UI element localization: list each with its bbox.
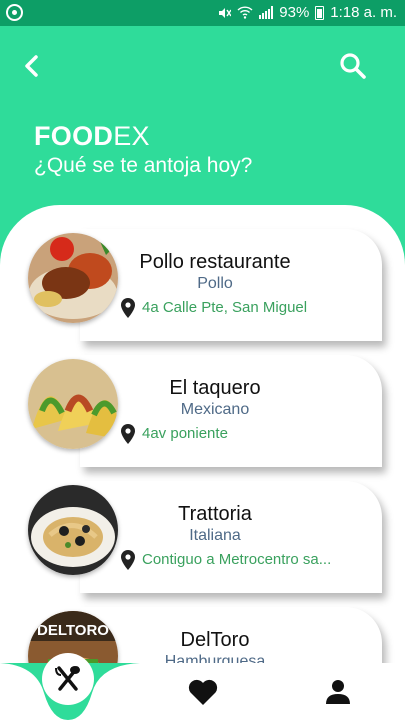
restaurant-category: Mexicano [180, 401, 250, 418]
app-logo-text: FOODEX [34, 121, 150, 152]
restaurant-category: Pollo [197, 275, 233, 292]
restaurant-address: Contiguo a Metrocentro sa... [142, 551, 332, 568]
map-pin-icon [121, 424, 135, 444]
restaurant-card[interactable]: Trattoria Italiana Contiguo a Metrocentr… [80, 481, 382, 593]
wifi-icon [237, 6, 253, 19]
restaurant-name: El taquero [169, 377, 261, 399]
bottom-navigation [0, 653, 405, 720]
signal-icon [259, 6, 274, 19]
nav-favorites-button[interactable] [187, 677, 219, 707]
app-header: FOODEX ¿Qué se te antoja hoy? [0, 26, 405, 226]
chevron-left-icon [25, 55, 38, 77]
restaurant-photo [28, 485, 118, 575]
brand-bold: FOOD [34, 121, 114, 151]
restaurant-photo [28, 233, 118, 323]
clock: 1:18 a. m. [330, 4, 397, 21]
restaurant-list: Pollo restaurante Pollo 4a Calle Pte, Sa… [0, 205, 405, 685]
restaurant-address: 4a Calle Pte, San Miguel [142, 299, 308, 316]
restaurant-card[interactable]: El taquero Mexicano 4av poniente [80, 355, 382, 467]
restaurant-card[interactable]: Pollo restaurante Pollo 4a Calle Pte, Sa… [80, 229, 382, 341]
status-bar: 93% 1:18 a. m. [0, 0, 405, 26]
fork-knife-icon [55, 666, 80, 691]
whatsapp-notification-icon [6, 4, 23, 21]
mute-icon [219, 7, 232, 18]
restaurant-photo [28, 359, 118, 449]
map-pin-icon [121, 550, 135, 570]
status-indicators: 93% 1:18 a. m. [217, 4, 397, 21]
nav-home-button[interactable] [42, 653, 94, 705]
heart-icon [188, 679, 218, 705]
nav-profile-button[interactable] [323, 677, 353, 707]
battery-percent: 93% [279, 4, 310, 21]
deltoro-logo-text: DELTORO [37, 622, 109, 639]
page-subtitle: ¿Qué se te antoja hoy? [34, 154, 253, 177]
user-icon [326, 680, 350, 704]
search-button[interactable] [337, 50, 369, 82]
restaurant-name: Trattoria [178, 503, 252, 525]
back-button[interactable] [16, 50, 48, 82]
restaurant-name: Pollo restaurante [139, 251, 291, 273]
battery-icon [315, 5, 325, 20]
restaurant-category: Italiana [189, 527, 241, 544]
search-icon [340, 53, 366, 79]
map-pin-icon [121, 298, 135, 318]
restaurant-name: DelToro [180, 629, 250, 651]
brand-light: EX [113, 121, 150, 151]
restaurant-address: 4av poniente [142, 425, 228, 442]
